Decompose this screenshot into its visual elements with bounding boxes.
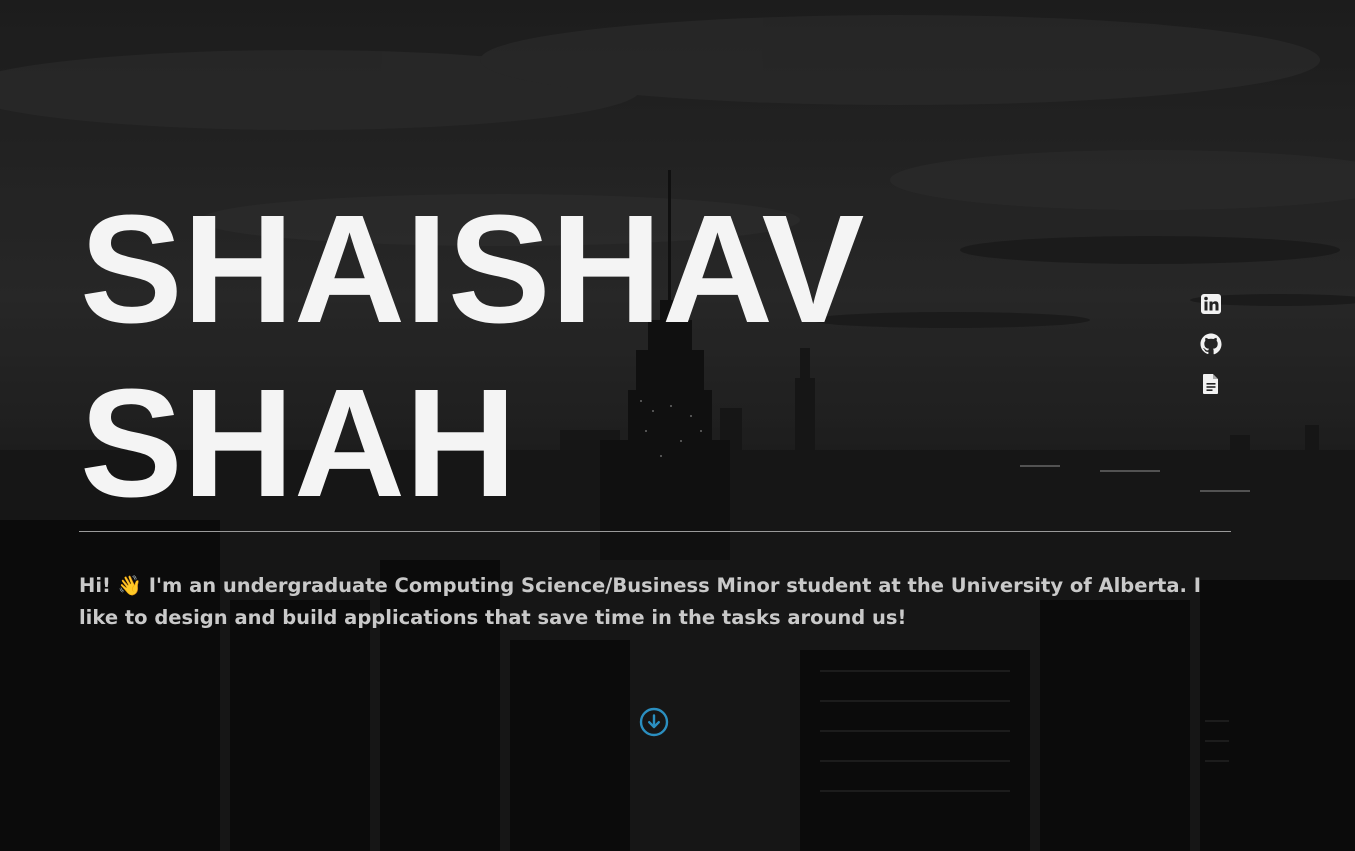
scroll-down-button[interactable] <box>639 707 669 737</box>
social-links <box>1199 292 1223 412</box>
linkedin-link[interactable] <box>1199 292 1223 316</box>
hero-divider <box>79 531 1231 532</box>
hero-name-line1: SHAISHAV <box>80 183 865 355</box>
hero-bio: Hi! 👋 I'm an undergraduate Computing Sci… <box>79 574 1201 629</box>
hero-name: SHAISHAV SHAH <box>80 182 864 530</box>
arrow-down-circle-icon <box>639 707 669 737</box>
linkedin-icon <box>1201 294 1221 314</box>
hero-section: SHAISHAV SHAH Hi! 👋 I'm an undergraduate… <box>0 0 1355 851</box>
resume-link[interactable] <box>1199 372 1223 396</box>
resume-document-icon <box>1203 374 1218 394</box>
github-icon <box>1200 333 1222 355</box>
github-link[interactable] <box>1199 332 1223 356</box>
hero-name-line2: SHAH <box>80 357 517 529</box>
